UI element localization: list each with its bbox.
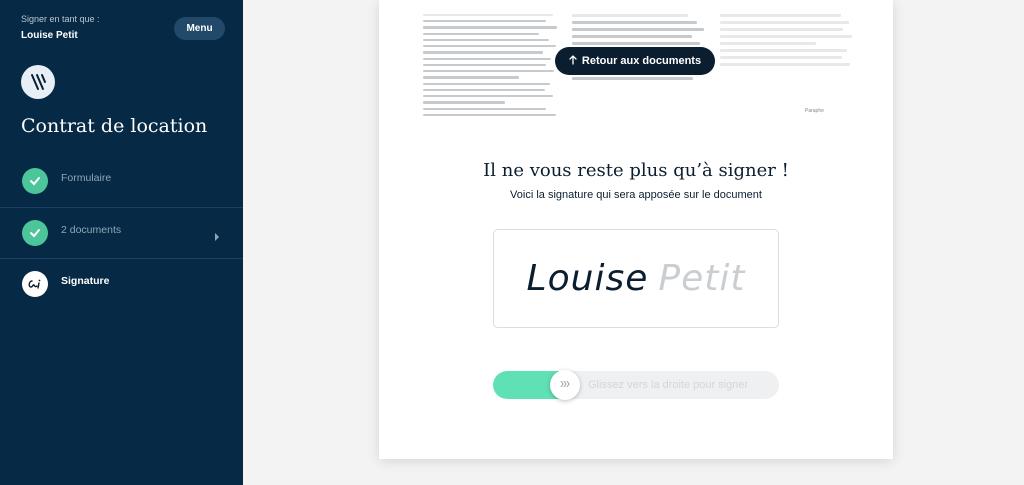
step-label: Formulaire bbox=[61, 172, 112, 184]
paraphe-label: Paraphe bbox=[805, 108, 824, 114]
document-text-line bbox=[720, 35, 852, 38]
document-text-line bbox=[720, 21, 849, 24]
document-text-line bbox=[423, 45, 556, 48]
document-text-line bbox=[423, 57, 552, 60]
signature-card: Paraphe Retour aux documents Il ne vous … bbox=[379, 0, 893, 459]
document-text-line bbox=[423, 113, 556, 116]
document-text-line bbox=[571, 14, 688, 17]
sign-slider-handle[interactable] bbox=[550, 370, 580, 400]
page-title: Il ne vous reste plus qu’à signer ! bbox=[483, 160, 789, 181]
document-text-line bbox=[571, 21, 698, 24]
step-formulaire[interactable]: Formulaire bbox=[0, 156, 243, 207]
document-text-line bbox=[423, 38, 549, 42]
document-text-line bbox=[423, 95, 553, 98]
step-label: 2 documents bbox=[61, 224, 122, 236]
document-title: Contrat de location bbox=[21, 115, 208, 137]
arrow-up-icon bbox=[569, 54, 577, 68]
menu-button[interactable]: Menu bbox=[174, 17, 225, 40]
document-text-line bbox=[720, 14, 841, 17]
chevron-right-icon bbox=[214, 228, 220, 246]
document-text-line bbox=[423, 51, 544, 54]
document-text-line bbox=[423, 107, 546, 110]
signature-icon bbox=[22, 271, 48, 297]
back-label: Retour aux documents bbox=[581, 55, 702, 67]
document-text-line bbox=[423, 63, 546, 67]
chevrons-right-icon bbox=[559, 379, 571, 392]
step-label: Signature bbox=[61, 275, 110, 287]
step-signature[interactable]: Signature bbox=[0, 258, 243, 309]
document-text-line bbox=[423, 14, 553, 17]
document-text-line bbox=[571, 35, 692, 38]
document-text-line bbox=[423, 70, 555, 73]
document-text-line bbox=[423, 88, 545, 92]
document-text-line bbox=[720, 56, 842, 59]
document-text-line bbox=[720, 42, 816, 45]
signature-preview: Louise Petit bbox=[493, 229, 779, 328]
signer-label: Signer en tant que : bbox=[21, 14, 100, 24]
document-text-line bbox=[423, 76, 519, 79]
document-text-line bbox=[571, 28, 705, 31]
document-text-line bbox=[423, 20, 546, 23]
document-text-line bbox=[720, 63, 851, 66]
document-text-line bbox=[423, 32, 540, 35]
page-subtitle: Voici la signature qui sera apposée sur … bbox=[510, 189, 762, 201]
signature-last-name: Petit bbox=[658, 258, 746, 299]
check-icon bbox=[22, 220, 48, 246]
document-text-line bbox=[423, 82, 551, 85]
step-documents[interactable]: 2 documents bbox=[0, 207, 243, 258]
sidebar: Signer en tant que : Louise Petit Menu C… bbox=[0, 0, 243, 485]
document-text-line bbox=[423, 101, 505, 104]
document-text-line bbox=[571, 42, 701, 45]
document-text-line bbox=[423, 26, 557, 29]
document-text-line bbox=[720, 49, 848, 52]
back-to-documents-button[interactable]: Retour aux documents bbox=[555, 47, 715, 75]
sign-slider-label: Glissez vers la droite pour signer bbox=[588, 379, 749, 391]
logo-icon bbox=[21, 65, 55, 99]
document-text-line bbox=[720, 28, 844, 31]
signer-name: Louise Petit bbox=[21, 30, 78, 41]
check-icon bbox=[22, 168, 48, 194]
signature-first-name: Louise bbox=[526, 258, 649, 299]
sign-slider-track[interactable]: Glissez vers la droite pour signer bbox=[493, 371, 779, 399]
document-text-line bbox=[571, 77, 694, 80]
